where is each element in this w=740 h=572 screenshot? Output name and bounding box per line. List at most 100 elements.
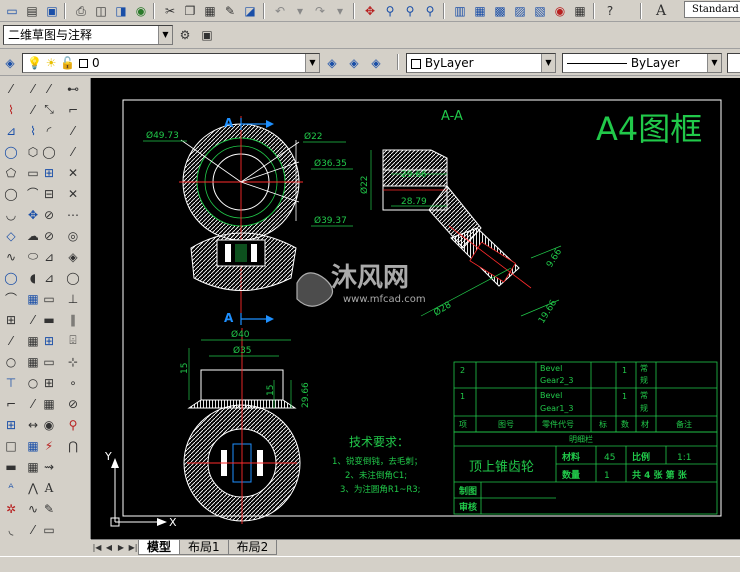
- draw-explode-icon[interactable]: ⇝: [38, 456, 60, 477]
- draw-edit-text-icon[interactable]: ✎: [38, 498, 60, 519]
- draw-rotate-icon[interactable]: ⊿: [38, 267, 60, 288]
- copy-icon[interactable]: ❐: [181, 2, 199, 20]
- draw-arc-icon[interactable]: ◜: [38, 120, 60, 141]
- zoom-window-icon[interactable]: ⚲: [401, 2, 419, 20]
- 3d-dwf-icon[interactable]: ◉: [132, 2, 150, 20]
- spline-icon[interactable]: ◟: [0, 519, 22, 540]
- match-properties-icon[interactable]: ✎: [221, 2, 239, 20]
- draw-text-icon[interactable]: A: [38, 477, 60, 498]
- chevron-down-icon[interactable]: ▼: [158, 26, 172, 44]
- snap-midpoint-icon[interactable]: ⁄: [62, 141, 84, 162]
- redo-icon[interactable]: ↷: [311, 2, 329, 20]
- snap-tangent-icon[interactable]: ◯: [62, 267, 84, 288]
- zoom-previous-icon[interactable]: ⚲: [421, 2, 439, 20]
- chevron-down-icon[interactable]: ▼: [305, 54, 319, 72]
- snap-misc-icon[interactable]: ⋂: [62, 435, 84, 456]
- explode-icon[interactable]: ⌐: [0, 393, 22, 414]
- draw-move-icon[interactable]: ⊿: [38, 246, 60, 267]
- table-icon[interactable]: ▬: [0, 456, 22, 477]
- new-file-icon[interactable]: ▭: [3, 2, 21, 20]
- draw-chamfer-icon[interactable]: ◉: [38, 414, 60, 435]
- offset-icon[interactable]: ◯: [0, 141, 22, 162]
- fillet-icon[interactable]: ⊤: [0, 372, 22, 393]
- draw-line-icon[interactable]: ⁄: [38, 78, 60, 99]
- draw-offset-icon[interactable]: ⊘: [38, 204, 60, 225]
- make-layer-current-icon[interactable]: ◈: [323, 54, 341, 72]
- properties-icon[interactable]: ▥: [451, 2, 469, 20]
- stretch-icon[interactable]: ∿: [0, 246, 22, 267]
- help-icon[interactable]: ?: [601, 2, 619, 20]
- plot-preview-icon[interactable]: ◫: [92, 2, 110, 20]
- point-icon[interactable]: ✲: [0, 498, 22, 519]
- workspace-select[interactable]: 二维草图与注释 ▼: [3, 25, 173, 45]
- command-area[interactable]: [0, 556, 740, 572]
- snap-extension-icon[interactable]: ⋯: [62, 204, 84, 225]
- draw-break-icon[interactable]: ⊞: [38, 372, 60, 393]
- paste-icon[interactable]: ▦: [201, 2, 219, 20]
- text-style-icon[interactable]: A: [652, 2, 670, 20]
- lineweight-select[interactable]: [727, 53, 740, 73]
- snap-from-icon[interactable]: ⌐: [62, 99, 84, 120]
- snap-nearest-icon[interactable]: ∘: [62, 372, 84, 393]
- color-select[interactable]: ByLayer ▼: [406, 53, 556, 73]
- snap-apparent-icon[interactable]: ✕: [62, 183, 84, 204]
- tab-next-icon[interactable]: ▶: [115, 541, 127, 554]
- layer-previous-icon[interactable]: ◈: [345, 54, 363, 72]
- snap-parallel-icon[interactable]: ∥: [62, 309, 84, 330]
- quickcalc-icon[interactable]: ▦: [571, 2, 589, 20]
- workspace-save-icon[interactable]: ▣: [198, 26, 216, 44]
- tab-layout2[interactable]: 布局2: [227, 540, 278, 555]
- draw-mirror-icon[interactable]: ⊟: [38, 183, 60, 204]
- snap-quadrant-icon[interactable]: ◈: [62, 246, 84, 267]
- pan-icon[interactable]: ✥: [361, 2, 379, 20]
- trim-icon[interactable]: ◯: [0, 267, 22, 288]
- draw-trim-icon[interactable]: ⊞: [38, 330, 60, 351]
- snap-center-icon[interactable]: ◎: [62, 225, 84, 246]
- snap-perpendicular-icon[interactable]: ⊥: [62, 288, 84, 309]
- layer-select[interactable]: 💡 ☀ 🔓 0 ▼: [22, 53, 320, 73]
- mtext-icon[interactable]: ᴬ: [0, 477, 22, 498]
- copy-object-icon[interactable]: ⌇: [0, 99, 22, 120]
- rotate-icon[interactable]: ◡: [0, 204, 22, 225]
- erase-icon[interactable]: ⁄: [0, 78, 22, 99]
- draw-fillet-icon[interactable]: ⚡: [38, 435, 60, 456]
- scale-icon[interactable]: ◇: [0, 225, 22, 246]
- markup-icon[interactable]: ▧: [531, 2, 549, 20]
- tab-layout1[interactable]: 布局1: [179, 540, 229, 555]
- tab-prev-icon[interactable]: ◀: [103, 541, 115, 554]
- draw-circle-icon[interactable]: ◯: [38, 141, 60, 162]
- chevron-down-icon[interactable]: ▼: [707, 54, 721, 72]
- design-center-icon[interactable]: ▦: [471, 2, 489, 20]
- layer-manager-icon[interactable]: ◈: [1, 54, 19, 72]
- save-icon[interactable]: ▣: [43, 2, 61, 20]
- undo-icon[interactable]: ↶: [271, 2, 289, 20]
- draw-table-icon[interactable]: ▭: [38, 519, 60, 540]
- chevron-down-icon[interactable]: ▼: [541, 54, 555, 72]
- drawing-canvas[interactable]: A4图框 A-A Ø49.73 Ø22 Ø36.35 Ø39.37 A A 29…: [91, 78, 740, 539]
- draw-extend-icon[interactable]: ▭: [38, 351, 60, 372]
- redo-dropdown-icon[interactable]: ▾: [331, 2, 349, 20]
- snap-temp-track-icon[interactable]: ⊷: [62, 78, 84, 99]
- publish-icon[interactable]: ◨: [112, 2, 130, 20]
- mirror-icon[interactable]: ⊿: [0, 120, 22, 141]
- draw-join-icon[interactable]: ▦: [38, 393, 60, 414]
- extend-icon[interactable]: ⌒: [0, 288, 22, 309]
- draw-array-icon[interactable]: ⊘: [38, 225, 60, 246]
- chamfer-icon[interactable]: ○: [0, 351, 22, 372]
- tab-model[interactable]: 模型: [138, 540, 181, 555]
- sheet-set-icon[interactable]: ▨: [511, 2, 529, 20]
- snap-intersection-icon[interactable]: ✕: [62, 162, 84, 183]
- region-icon[interactable]: □: [0, 435, 22, 456]
- hatch-icon[interactable]: ⊞: [0, 414, 22, 435]
- join-icon[interactable]: ⁄: [0, 330, 22, 351]
- tool-palettes-icon[interactable]: ▩: [491, 2, 509, 20]
- cut-icon[interactable]: ✂: [161, 2, 179, 20]
- dbconnect-icon[interactable]: ◉: [551, 2, 569, 20]
- linetype-select[interactable]: ByLayer ▼: [562, 53, 722, 73]
- draw-ray-icon[interactable]: ⤡: [38, 99, 60, 120]
- open-file-icon[interactable]: ▤: [23, 2, 41, 20]
- draw-copy-icon[interactable]: ⊞: [38, 162, 60, 183]
- text-style-select[interactable]: Standard: [684, 1, 740, 18]
- block-editor-icon[interactable]: ◪: [241, 2, 259, 20]
- move-icon[interactable]: ◯: [0, 183, 22, 204]
